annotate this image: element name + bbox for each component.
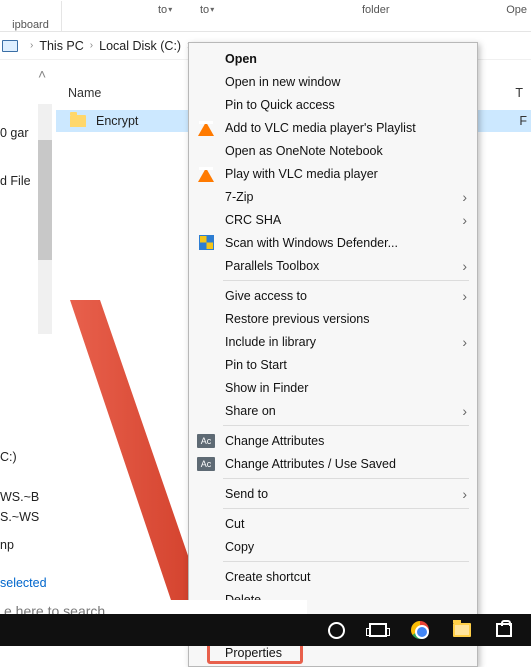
cortana-icon xyxy=(328,622,345,639)
ribbon-move-to[interactable]: to xyxy=(158,4,172,16)
chevron-right-icon: › xyxy=(462,212,467,228)
menu-restore-previous[interactable]: Restore previous versions xyxy=(189,307,477,330)
menu-crc-sha[interactable]: CRC SHA› xyxy=(189,208,477,231)
breadcrumb-this-pc[interactable]: This PC xyxy=(39,39,83,53)
ribbon-group-clipboard: ipboard xyxy=(0,1,62,31)
nav-fragment: 0 gar xyxy=(0,126,29,140)
menu-include-library[interactable]: Include in library› xyxy=(189,330,477,353)
menu-send-to[interactable]: Send to› xyxy=(189,482,477,505)
chevron-right-icon: › xyxy=(30,40,33,51)
chevron-right-icon: › xyxy=(462,288,467,304)
chevron-right-icon: › xyxy=(462,403,467,419)
menu-cut[interactable]: Cut xyxy=(189,512,477,535)
menu-separator xyxy=(223,478,469,479)
chevron-right-icon: › xyxy=(462,334,467,350)
breadcrumb-drive[interactable]: Local Disk (C:) xyxy=(99,39,181,53)
nav-fragment: WS.~B xyxy=(0,490,39,504)
vlc-icon xyxy=(197,119,215,137)
chevron-right-icon: › xyxy=(462,258,467,274)
menu-copy[interactable]: Copy xyxy=(189,535,477,558)
ribbon-new-folder[interactable]: folder xyxy=(362,4,390,16)
menu-separator xyxy=(223,425,469,426)
pc-icon xyxy=(2,40,18,52)
vlc-icon xyxy=(197,165,215,183)
chrome-icon xyxy=(411,621,429,639)
chevron-right-icon: › xyxy=(90,40,93,51)
folder-icon xyxy=(453,623,471,637)
chevron-down-icon xyxy=(210,4,214,16)
menu-separator xyxy=(223,508,469,509)
collapse-arrow-icon[interactable]: ˄ xyxy=(38,66,46,82)
menu-open[interactable]: Open xyxy=(189,47,477,70)
folder-icon xyxy=(70,115,86,127)
ribbon-copy-to[interactable]: to xyxy=(200,4,214,16)
taskbar-taskview[interactable] xyxy=(357,614,399,646)
chevron-down-icon xyxy=(168,4,172,16)
nav-fragment: d File xyxy=(0,174,31,188)
taskbar xyxy=(0,614,531,646)
nav-fragment: C:) xyxy=(0,450,17,464)
context-menu: Open Open in new window Pin to Quick acc… xyxy=(188,42,478,667)
defender-icon xyxy=(197,234,215,252)
menu-change-attributes[interactable]: AcChange Attributes xyxy=(189,429,477,452)
status-selected: selected xyxy=(0,576,47,590)
menu-create-shortcut[interactable]: Create shortcut xyxy=(189,565,477,588)
column-header-t[interactable]: T xyxy=(515,86,523,100)
menu-parallels-toolbox[interactable]: Parallels Toolbox› xyxy=(189,254,477,277)
taskbar-chrome[interactable] xyxy=(399,614,441,646)
ac-icon: Ac xyxy=(197,432,215,450)
menu-pin-start[interactable]: Pin to Start xyxy=(189,353,477,376)
file-name: Encrypt xyxy=(96,114,138,128)
taskbar-cortana[interactable] xyxy=(315,614,357,646)
menu-change-attributes-saved[interactable]: AcChange Attributes / Use Saved xyxy=(189,452,477,475)
menu-separator xyxy=(223,280,469,281)
column-header-name[interactable]: Name xyxy=(68,86,101,100)
menu-give-access-to[interactable]: Give access to› xyxy=(189,284,477,307)
nav-fragment: np xyxy=(0,538,14,552)
taskbar-explorer[interactable] xyxy=(441,614,483,646)
taskview-icon xyxy=(369,623,387,637)
ac-icon: Ac xyxy=(197,455,215,473)
chevron-right-icon: › xyxy=(462,189,467,205)
menu-open-new-window[interactable]: Open in new window xyxy=(189,70,477,93)
taskbar-store[interactable] xyxy=(483,614,525,646)
menu-defender-scan[interactable]: Scan with Windows Defender... xyxy=(189,231,477,254)
chevron-right-icon: › xyxy=(462,486,467,502)
menu-7zip[interactable]: 7-Zip› xyxy=(189,185,477,208)
menu-open-onenote[interactable]: Open as OneNote Notebook xyxy=(189,139,477,162)
file-row-right: F xyxy=(519,114,527,128)
menu-separator xyxy=(223,561,469,562)
menu-vlc-add-playlist[interactable]: Add to VLC media player's Playlist xyxy=(189,116,477,139)
ribbon-open-cut[interactable]: Ope xyxy=(506,4,527,16)
nav-fragment: S.~WS xyxy=(0,510,39,524)
menu-pin-quick-access[interactable]: Pin to Quick access xyxy=(189,93,477,116)
nav-scrollbar-thumb[interactable] xyxy=(38,140,52,260)
ribbon: ipboard xyxy=(0,0,531,32)
menu-vlc-play[interactable]: Play with VLC media player xyxy=(189,162,477,185)
menu-share-on[interactable]: Share on› xyxy=(189,399,477,422)
menu-show-in-finder[interactable]: Show in Finder xyxy=(189,376,477,399)
store-icon xyxy=(496,623,512,637)
